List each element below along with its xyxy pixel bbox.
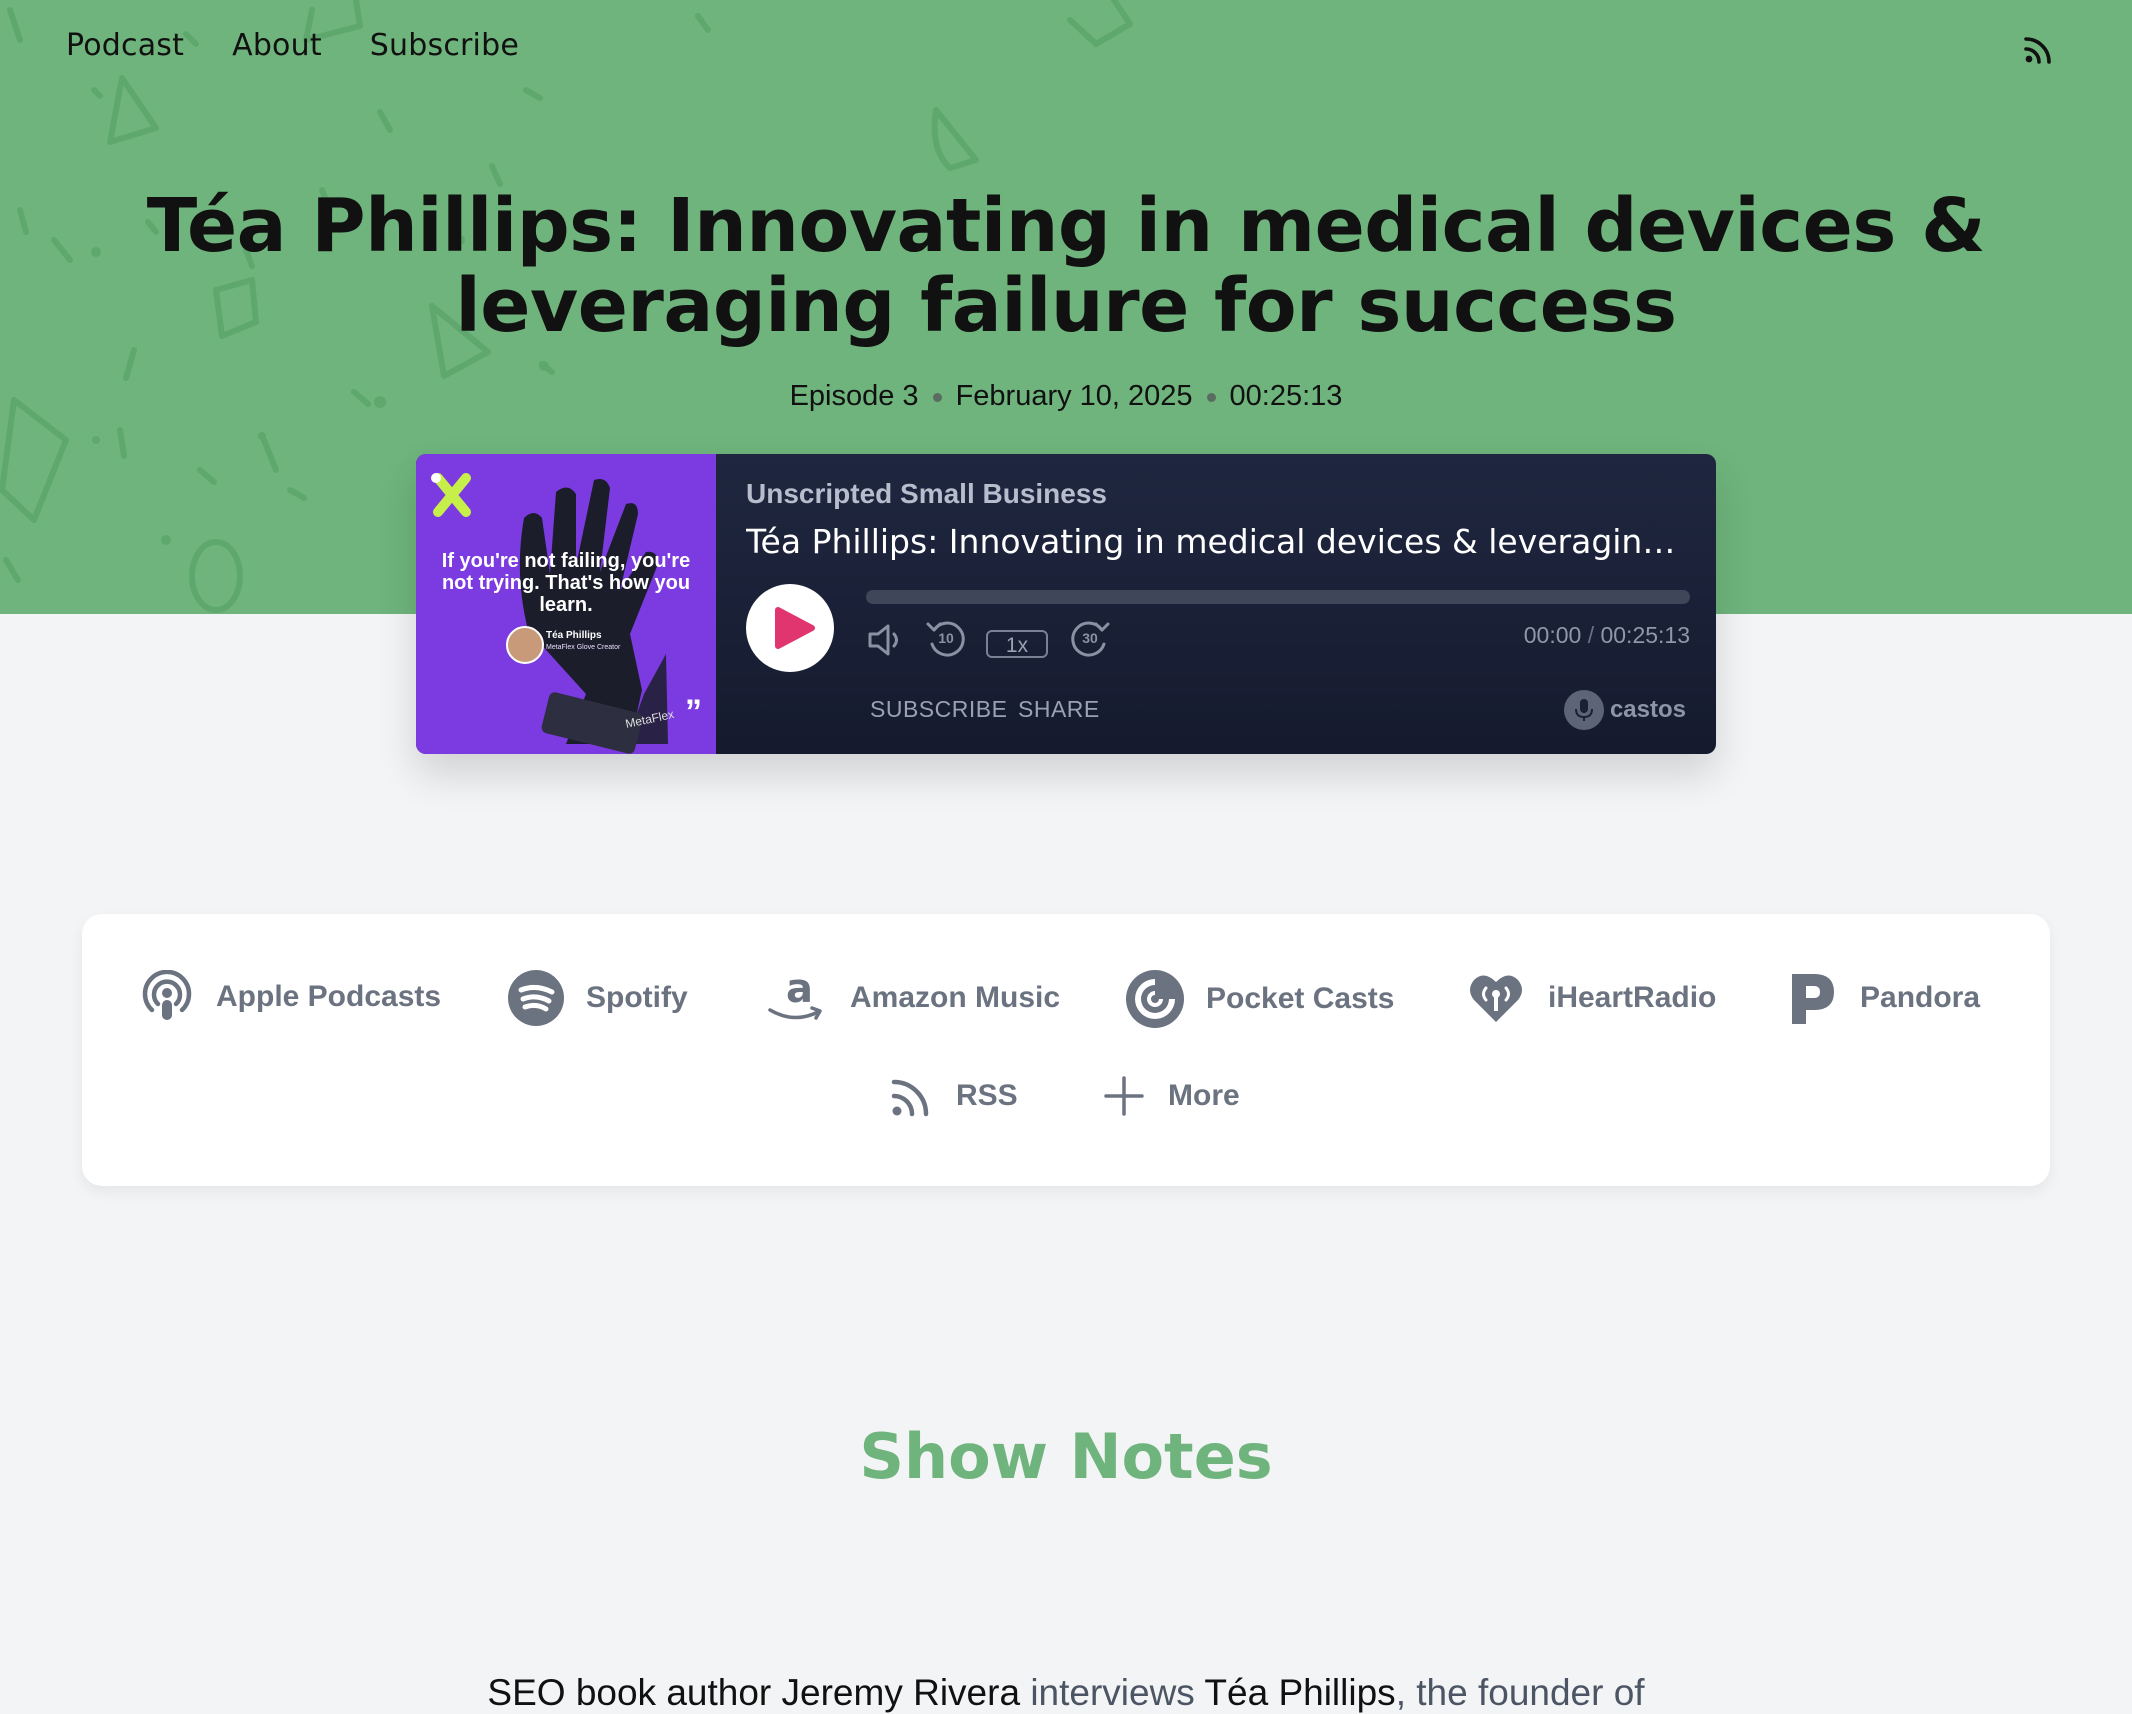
separator-dot [932, 392, 942, 402]
episode-date: February 10, 2025 [955, 380, 1193, 412]
playback-speed-button[interactable]: 1x [986, 630, 1048, 658]
skip-forward-button[interactable]: 30 [1068, 618, 1112, 662]
platform-label: Pocket Casts [1206, 982, 1395, 1015]
platform-label: Apple Podcasts [216, 980, 442, 1013]
platform-label: More [1168, 1079, 1240, 1112]
player-controls-panel: Unscripted Small Business Téa Phillips: … [716, 454, 1716, 754]
show-name: Unscripted Small Business [746, 478, 1108, 509]
show-notes-intro: SEO book author Jeremy Rivera interviews… [0, 1672, 2132, 1714]
quote-mark-icon: ” [685, 693, 702, 731]
castos-label: castos [1609, 696, 1686, 723]
platform-apple-podcasts[interactable]: Apple Podcasts [140, 970, 441, 1024]
artwork-guest-role: MetaFlex Glove Creator [546, 644, 621, 651]
platform-amazon-music[interactable]: a Amazon Music [766, 970, 1060, 1026]
artwork-quote: If you're not failing, you're not trying… [441, 550, 691, 616]
player-subscribe-link[interactable]: SUBSCRIBE [870, 696, 1007, 723]
top-nav: Podcast About Subscribe [66, 28, 519, 63]
subscribe-platforms-card: Apple Podcasts Spotify a Amazon Music Po… [82, 914, 2050, 1186]
total-time: 00:25:13 [1600, 622, 1690, 648]
time-display: 00:00 / 00:25:13 [1524, 622, 1690, 649]
episode-number: Episode 3 [789, 380, 919, 412]
skip-back-button[interactable]: 10 [924, 618, 968, 662]
plus-icon [1104, 1076, 1144, 1116]
platform-label: iHeartRadio [1548, 981, 1717, 1014]
platform-label: Pandora [1860, 981, 1981, 1014]
player-episode-title: Téa Phillips: Innovating in medical devi… [746, 522, 1686, 561]
guest-avatar [506, 626, 544, 664]
platform-label: RSS [956, 1079, 1018, 1112]
episode-title: Téa Phillips: Innovating in medical devi… [146, 183, 1986, 349]
amazon-music-icon: a [768, 970, 822, 1020]
player-share-link[interactable]: SHARE [1018, 696, 1100, 723]
platform-pocket-casts[interactable]: Pocket Casts [1126, 970, 1394, 1028]
play-button[interactable] [746, 584, 834, 672]
skip-back-seconds: 10 [938, 630, 954, 646]
artwork-guest-name: Téa Phillips [546, 630, 602, 641]
volume-icon[interactable] [866, 620, 906, 660]
pocket-casts-icon [1126, 970, 1184, 1028]
nav-podcast[interactable]: Podcast [66, 28, 184, 63]
time-separator: / [1587, 622, 1595, 648]
spotify-icon [508, 970, 564, 1026]
nav-about[interactable]: About [232, 28, 322, 63]
platform-label: Amazon Music [850, 981, 1061, 1014]
platform-iheartradio[interactable]: iHeartRadio [1466, 970, 1716, 1026]
microphone-icon [1563, 690, 1604, 730]
apple-podcasts-icon [142, 970, 192, 1020]
skip-forward-seconds: 30 [1082, 630, 1098, 646]
play-icon [775, 607, 815, 649]
current-time: 00:00 [1523, 622, 1582, 648]
progress-bar[interactable] [866, 590, 1690, 604]
audio-player: If you're not failing, you're not trying… [416, 454, 1716, 754]
episode-meta: Episode 3 February 10, 2025 00:25:13 [0, 380, 2132, 413]
episode-duration: 00:25:13 [1229, 380, 1343, 412]
notes-text: SEO book author Jeremy Rivera [487, 1672, 1031, 1713]
rss-icon[interactable] [2022, 34, 2054, 66]
platform-spotify[interactable]: Spotify [508, 970, 688, 1026]
show-notes-heading: Show Notes [859, 1420, 1273, 1493]
notes-text: Téa Phillips [1194, 1672, 1396, 1713]
pandora-icon [1792, 974, 1834, 1024]
notes-text: , the founder of [1395, 1672, 1645, 1713]
x-logo-icon [431, 473, 471, 517]
interviews-link[interactable]: interviews [1030, 1672, 1195, 1713]
platform-rss[interactable]: RSS [890, 1074, 1018, 1118]
nav-subscribe[interactable]: Subscribe [370, 28, 519, 63]
episode-artwork: If you're not failing, you're not trying… [416, 454, 716, 754]
platform-label: Spotify [586, 981, 688, 1014]
more-platforms-button[interactable]: More [1102, 1074, 1240, 1118]
iheartradio-icon [1470, 975, 1522, 1022]
svg-text:a: a [786, 970, 813, 1012]
rss-icon [891, 1079, 929, 1117]
separator-dot [1206, 392, 1216, 402]
castos-brand[interactable]: castos [1563, 690, 1686, 730]
platform-pandora[interactable]: Pandora [1788, 970, 1980, 1026]
